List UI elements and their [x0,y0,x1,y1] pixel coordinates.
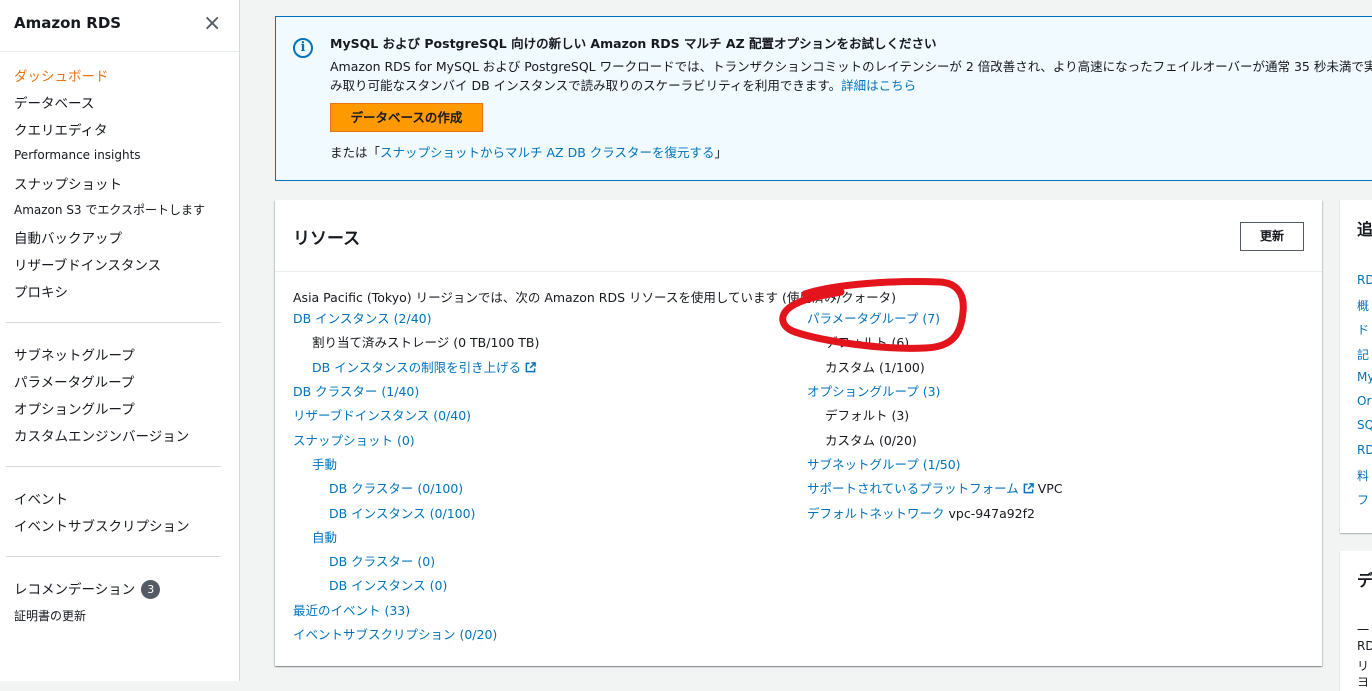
sidebar-header: Amazon RDS × [0,0,239,52]
close-icon[interactable]: × [203,13,221,35]
allocated-storage: 割り当て済みストレージ (0 TB/100 TB) [312,335,540,350]
additional-info-link[interactable]: RD [1357,443,1372,457]
subnet-groups-link[interactable]: サブネットグループ (1/50) [807,454,961,473]
learn-more-link[interactable]: 詳細はこちら [841,78,916,93]
banner-text-line2: み取り可能なスタンバイ DB インスタンスで読み取りのスケーラビリティを利用でき… [330,75,916,94]
snapshots-link[interactable]: スナップショット (0) [293,430,415,449]
default-network-link[interactable]: デフォルトネットワーク [807,506,945,521]
default-network-value: vpc-947a92f2 [948,506,1036,521]
additional-info-link[interactable]: ド [1357,321,1369,338]
restore-suffix: 」 [714,145,728,160]
panel-divider [275,271,1322,272]
additional-info-link[interactable]: SQ [1357,418,1372,432]
create-database-button[interactable]: データベースの作成 [330,103,483,132]
secondary-info-text: リ [1357,659,1370,673]
sidebar-item-snapshots[interactable]: スナップショット [14,173,122,193]
recommendations-count-badge: 3 [141,580,161,599]
banner-text-line1: Amazon RDS for MySQL および PostgreSQL ワークロ… [330,59,1372,74]
sidebar-item-automated-backups[interactable]: 自動バックアップ [14,227,122,247]
sidebar-item-dashboard[interactable]: ダッシュボード [14,65,109,85]
sidebar-divider [6,466,221,467]
sidebar-divider [6,322,221,323]
automated-snapshots-link[interactable]: 自動 [312,527,337,546]
parameter-groups-custom: カスタム (1/100) [825,360,925,375]
restore-prefix: または「 [330,145,381,160]
manual-snapshots-link[interactable]: 手動 [312,454,337,473]
additional-info-link[interactable]: 料 [1357,467,1369,484]
sidebar-item-subnet-groups[interactable]: サブネットグループ [14,344,135,364]
sidebar-item-query-editor[interactable]: クエリエディタ [14,119,108,139]
auto-db-clusters-link[interactable]: DB クラスター (0) [329,551,435,570]
external-link-icon [1023,483,1034,494]
sidebar-item-recommendations[interactable]: レコメンデーション 3 [14,578,161,599]
info-icon: i [293,38,313,58]
secondary-info-text: 一 [1357,623,1370,637]
option-groups-custom: カスタム (0/20) [825,433,917,448]
secondary-info-panel: デ 一 RD リ ヨ [1340,551,1372,691]
auto-db-instances-link[interactable]: DB インスタンス (0) [329,575,447,594]
additional-info-title: 追 [1357,220,1372,239]
default-network-row: デフォルトネットワーク vpc-947a92f2 [807,503,1035,522]
additional-info-link[interactable]: My [1357,370,1372,384]
sidebar-item-parameter-groups[interactable]: パラメータグループ [14,371,134,391]
multi-az-info-banner: i MySQL および PostgreSQL 向けの新しい Amazon RDS… [275,16,1372,181]
sidebar-item-option-groups[interactable]: オプショングループ [14,398,135,418]
supported-platforms-row: サポートされているプラットフォーム VPC [807,478,1063,497]
banner-title: MySQL および PostgreSQL 向けの新しい Amazon RDS マ… [330,36,937,51]
supported-platforms-link[interactable]: サポートされているプラットフォーム [807,481,1019,496]
sidebar-divider [6,556,221,557]
event-subscriptions-link[interactable]: イベントサブスクリプション (0/20) [293,624,497,643]
supported-platforms-value: VPC [1037,481,1063,496]
secondary-info-text: RD [1357,639,1372,653]
sidebar-title: Amazon RDS [14,14,122,32]
sidebar: Amazon RDS × ダッシュボード データベース クエリエディタ Perf… [0,0,240,681]
additional-info-link[interactable]: Or [1357,394,1371,408]
option-groups-link[interactable]: オプショングループ (3) [807,381,940,400]
resources-panel: リソース 更新 Asia Pacific (Tokyo) リージョンでは、次の … [275,200,1322,666]
parameter-groups-link[interactable]: パラメータグループ (7) [807,308,940,327]
banner-text: み取り可能なスタンバイ DB インスタンスで読み取りのスケーラビリティを利用でき… [330,78,842,93]
secondary-info-title: デ [1357,571,1372,590]
sidebar-item-performance-insights[interactable]: Performance insights [14,148,141,162]
additional-info-link[interactable]: RD [1357,273,1372,287]
sidebar-item-proxies[interactable]: プロキシ [14,281,68,301]
db-instances-link[interactable]: DB インスタンス (2/40) [293,308,431,327]
additional-info-link[interactable]: 記 [1357,346,1369,363]
restore-multi-az-link[interactable]: スナップショットからマルチ AZ DB クラスターを復元する [380,145,715,160]
external-link-icon [525,362,537,373]
sidebar-item-s3-export[interactable]: Amazon S3 でエクスポートします [14,201,205,218]
secondary-info-text: ヨ [1357,675,1370,689]
resources-intro: Asia Pacific (Tokyo) リージョンでは、次の Amazon R… [293,290,896,305]
manual-db-clusters-link[interactable]: DB クラスター (0/100) [329,478,463,497]
manual-db-instances-link[interactable]: DB インスタンス (0/100) [329,503,475,522]
additional-info-link[interactable]: フ [1357,491,1369,508]
sidebar-item-databases[interactable]: データベース [14,92,94,112]
raise-limit-row: DB インスタンスの制限を引き上げる [312,357,537,376]
sidebar-item-certificate-update[interactable]: 証明書の更新 [14,607,86,624]
recent-events-link[interactable]: 最近のイベント (33) [293,600,410,619]
parameter-groups-default: デフォルト (6) [825,335,910,350]
sidebar-item-event-subscriptions[interactable]: イベントサブスクリプション [14,515,190,535]
sidebar-item-custom-engine-versions[interactable]: カスタムエンジンバージョン [14,425,189,445]
refresh-button[interactable]: 更新 [1240,222,1304,251]
option-groups-default: デフォルト (3) [825,408,910,423]
raise-limit-link[interactable]: DB インスタンスの制限を引き上げる [312,360,521,375]
restore-line: または「スナップショットからマルチ AZ DB クラスターを復元する」 [330,142,727,161]
additional-info-panel: 追 RD 概 ド 記 My Or SQ RD 料 フ [1340,200,1372,533]
sidebar-item-reserved-instances[interactable]: リザーブドインスタンス [14,254,161,274]
additional-info-link[interactable]: 概 [1357,297,1369,314]
db-clusters-link[interactable]: DB クラスター (1/40) [293,381,419,400]
reserved-instances-link[interactable]: リザーブドインスタンス (0/40) [293,405,471,424]
sidebar-item-label: レコメンデーション [14,582,136,598]
sidebar-item-events[interactable]: イベント [14,488,68,508]
resources-title: リソース [293,229,361,249]
